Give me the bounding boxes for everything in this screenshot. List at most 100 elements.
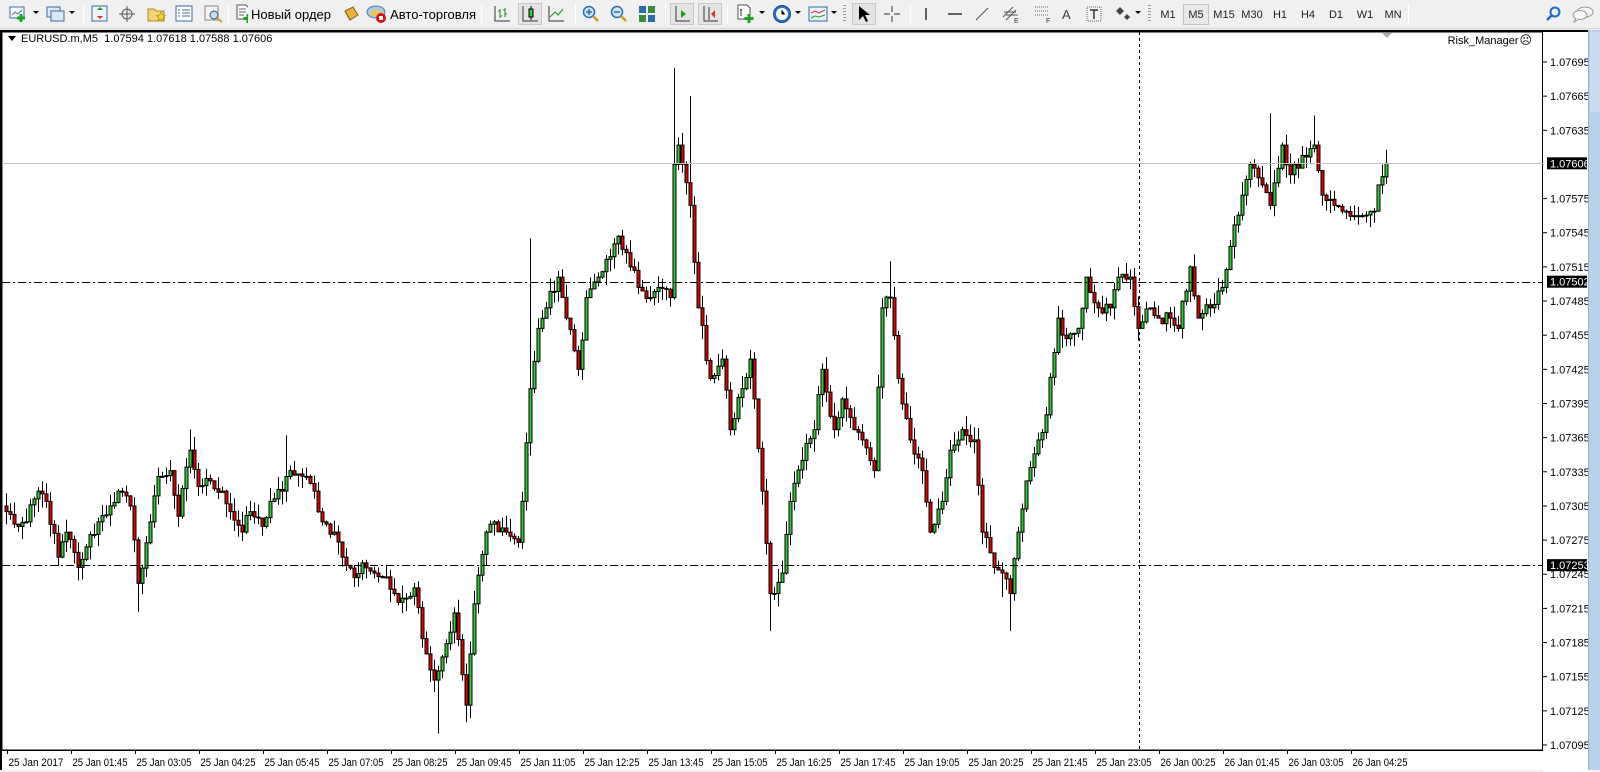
bear-candle-body <box>996 566 1001 571</box>
trendline-button[interactable] <box>971 3 993 25</box>
tile-windows-button[interactable] <box>636 3 658 25</box>
vertical-line-button[interactable] <box>916 3 936 25</box>
candle <box>1024 480 1029 513</box>
period-h1[interactable]: H1 <box>1267 4 1293 25</box>
candlestick-icon <box>522 6 538 22</box>
terminal-button[interactable] <box>173 3 195 25</box>
price-chart[interactable]: 1.07695 1.07665 1.07635 1.07575 1.07545 1.075… <box>2 32 1590 772</box>
bear-candle-body <box>12 513 17 525</box>
bear-candle-body <box>516 538 521 543</box>
arrows-button[interactable] <box>1112 3 1134 25</box>
autotrading-button[interactable]: Авто-торговля <box>366 3 476 25</box>
bull-candle-body <box>488 523 493 533</box>
text-tool-button[interactable]: A <box>1056 3 1078 25</box>
auto-scroll-icon <box>675 6 690 22</box>
profiles-dropdown[interactable] <box>69 11 75 14</box>
period-m1[interactable]: M1 <box>1155 4 1181 25</box>
bull-candle-body <box>972 439 977 443</box>
chart-shift-button[interactable] <box>698 3 722 25</box>
bear-candle-body <box>1152 307 1157 317</box>
bull-candle-body <box>932 523 937 533</box>
scrollbar-thumb[interactable] <box>1590 32 1600 112</box>
bull-candle-body <box>1276 167 1281 184</box>
bear-candle-body <box>224 490 229 505</box>
bull-candle-body <box>92 533 97 536</box>
bull-candle-body <box>956 439 961 446</box>
bull-candle-body <box>1164 312 1169 325</box>
bull-candle-body <box>836 417 841 431</box>
profiles-button[interactable] <box>44 3 68 25</box>
new-order-label: Новый ордер <box>251 6 331 22</box>
cursor-tool-button[interactable] <box>852 3 876 25</box>
equidistant-channel-button[interactable]: E <box>999 3 1023 25</box>
navigator-button[interactable] <box>146 3 168 25</box>
templates-dropdown[interactable] <box>831 11 837 14</box>
bull-candle-body <box>1068 333 1073 340</box>
search-button[interactable] <box>1543 3 1563 25</box>
auto-scroll-button[interactable] <box>670 3 694 25</box>
indicators-button[interactable] <box>734 3 758 25</box>
new-chart-button[interactable] <box>6 3 32 25</box>
collapse-triangle-icon[interactable] <box>8 36 16 41</box>
line-chart-button[interactable] <box>545 3 567 25</box>
period-w1[interactable]: W1 <box>1352 4 1378 25</box>
bear-candle-body <box>700 307 705 326</box>
period-m15[interactable]: M15 <box>1211 4 1237 25</box>
period-m30[interactable]: M30 <box>1239 4 1265 25</box>
fibonacci-button[interactable]: F <box>1031 3 1055 25</box>
bull-candle-body <box>616 235 621 245</box>
symbol-timeframe: EURUSD.m,M5 <box>21 33 99 45</box>
bull-candle-body <box>20 521 25 527</box>
period-d1[interactable]: D1 <box>1323 4 1349 25</box>
templates-button[interactable] <box>806 3 830 25</box>
arrows-dropdown[interactable] <box>1135 11 1141 14</box>
zoom-out-button[interactable] <box>608 3 630 25</box>
bull-candle-body <box>144 542 149 569</box>
period-h4[interactable]: H4 <box>1295 4 1321 25</box>
candlestick-chart-button[interactable] <box>518 3 542 25</box>
chart-window[interactable]: 1.07695 1.07665 1.07635 1.07575 1.07545 1.075… <box>0 30 1590 772</box>
chat-button[interactable] <box>1570 3 1596 25</box>
bear-candle-body <box>320 511 325 523</box>
bear-candle-body <box>380 575 385 579</box>
bull-candle-body <box>480 553 485 576</box>
text-label-button[interactable] <box>1083 3 1105 25</box>
indicators-dropdown[interactable] <box>759 11 765 14</box>
bull-candle-body <box>1184 290 1189 302</box>
periods-dropdown[interactable] <box>795 11 801 14</box>
market-watch-button[interactable] <box>89 3 111 25</box>
bull-candle-body <box>520 500 525 543</box>
period-m5[interactable]: M5 <box>1183 4 1209 25</box>
bull-candle-body <box>1084 276 1089 309</box>
candle <box>1160 317 1165 325</box>
vertical-scrollbar[interactable] <box>1588 30 1600 770</box>
bull-candle-body <box>204 477 209 487</box>
zoom-in-button[interactable] <box>580 3 602 25</box>
bull-candle-body <box>524 442 529 502</box>
bear-candle-body <box>216 488 221 493</box>
period-mn[interactable]: MN <box>1380 4 1406 25</box>
horizontal-line-button[interactable] <box>943 3 967 25</box>
new-chart-dropdown[interactable] <box>33 11 39 14</box>
bull-candle-body <box>532 360 537 390</box>
bull-candle-body <box>500 527 505 533</box>
crosshair-tool-button[interactable] <box>881 3 903 25</box>
data-window-button[interactable] <box>116 3 138 25</box>
bull-candle-body <box>944 477 949 502</box>
bull-candle-body <box>1028 467 1033 482</box>
bear-candle-body <box>1192 266 1197 297</box>
bear-candle-body <box>340 541 345 558</box>
indicator-label[interactable]: Risk_Manager☹ <box>1448 33 1532 47</box>
bear-candle-body <box>1176 324 1181 329</box>
bar-chart-button[interactable] <box>491 3 513 25</box>
metaeditor-button[interactable] <box>340 3 362 25</box>
bull-candle-body <box>1020 508 1025 533</box>
bear-candle-body <box>308 476 313 484</box>
ohlc-values: 1.07594 1.07618 1.07588 1.07606 <box>104 33 273 45</box>
bull-candle-body <box>1076 327 1081 334</box>
strategy-tester-button[interactable] <box>203 3 225 25</box>
new-order-button[interactable]: Новый ордер <box>235 3 331 25</box>
bull-candle-body <box>960 429 965 441</box>
periods-button[interactable] <box>770 3 794 25</box>
bear-candle-body <box>368 567 373 572</box>
